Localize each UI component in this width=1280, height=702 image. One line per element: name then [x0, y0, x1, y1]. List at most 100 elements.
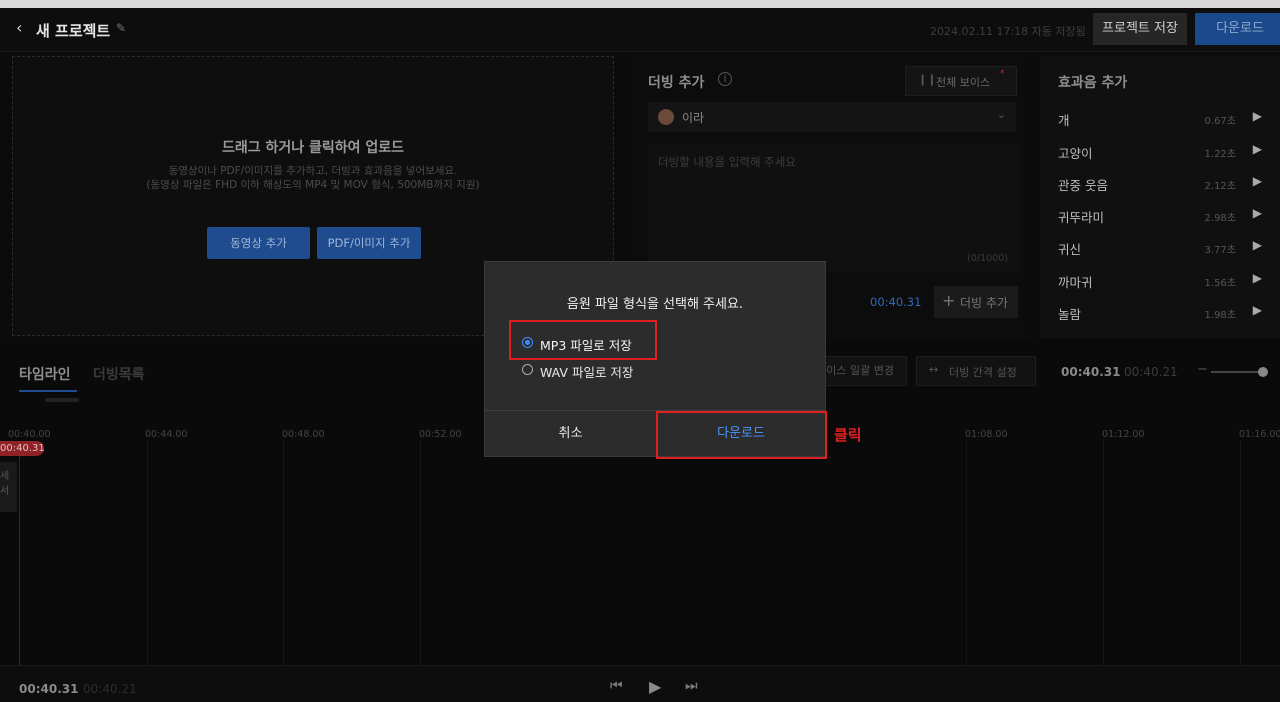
sfx-name: 관중 웃음	[1058, 178, 1108, 193]
sfx-duration: 1.22초	[1204, 149, 1236, 160]
sfx-duration: 2.98초	[1204, 213, 1236, 224]
sfx-name: 고양이	[1058, 146, 1093, 161]
sfx-duration: 2.12초	[1204, 181, 1236, 192]
voice-bulk-change-button[interactable]: 이스 일괄 변경	[812, 356, 907, 386]
upload-desc-note: (동영상 파일은 FHD 이하 해상도의 MP4 및 MOV 형식, 500MB…	[146, 179, 480, 191]
upload-desc: 동영상이나 PDF/이미지를 추가하고, 더빙과 효과음을 넣어보세요.	[168, 165, 458, 177]
play-icon[interactable]: ▶	[1253, 174, 1262, 188]
add-dubbing-button[interactable]: + 더빙 추가	[934, 286, 1018, 318]
all-voice-button[interactable]: ❙❙ 전체 보이스 *	[905, 66, 1017, 96]
tab-timeline[interactable]: 타임라인	[19, 364, 71, 384]
scroll-indicator	[45, 398, 79, 402]
zoom-slider-handle[interactable]	[1258, 367, 1268, 377]
sfx-item[interactable]: 관중 웃음 2.12초 ▶	[1058, 174, 1280, 207]
zoom-slider-track[interactable]	[1211, 371, 1265, 373]
sfx-duration: 1.98초	[1204, 310, 1236, 321]
sfx-duration: 3.77초	[1204, 245, 1236, 256]
dub-time: 00:40.31	[870, 295, 922, 309]
ruler-tick: 00:52.00	[419, 429, 462, 440]
sfx-item[interactable]: 까마귀 1.56초 ▶	[1058, 271, 1280, 304]
play-icon[interactable]: ▶	[1253, 271, 1262, 285]
waveform-icon: ❙❙	[918, 73, 937, 86]
voice-select[interactable]: 이라 ⌄	[648, 102, 1016, 132]
grid-line	[1240, 440, 1241, 665]
radio-wav[interactable]: WAV 파일로 저장	[519, 360, 659, 380]
project-title: 새 프로젝트	[36, 22, 111, 40]
sfx-name: 개	[1058, 113, 1070, 128]
dub-interval-button[interactable]: ↔ 더빙 간격 설정	[916, 356, 1036, 386]
dubbing-placeholder: 더빙할 내용을 입력해 주세요	[658, 155, 796, 169]
sfx-panel: 효과음 추가 개 0.67초 ▶ 고양이 1.22초 ▶ 관중 웃음 2.12초…	[1040, 56, 1280, 338]
sfx-item[interactable]: 개 0.67초 ▶	[1058, 109, 1280, 142]
sfx-name: 놀람	[1058, 307, 1082, 322]
download-button[interactable]: 다운로드	[1195, 13, 1280, 45]
playhead-line	[19, 456, 20, 665]
autosave-status: 2024.02.11 17:18 자동 저장됨	[930, 25, 1086, 38]
sfx-item[interactable]: 귀뚜라미 2.98초 ▶	[1058, 206, 1280, 239]
play-icon[interactable]: ▶	[1253, 206, 1262, 220]
grid-line	[420, 440, 421, 665]
radio-wav-label: WAV 파일로 저장	[540, 365, 634, 380]
info-icon[interactable]: i	[718, 72, 732, 86]
add-video-button[interactable]: 동영상 추가	[207, 227, 310, 259]
chevron-down-icon: ⌄	[996, 108, 1006, 121]
play-icon[interactable]: ▶	[1253, 238, 1262, 252]
pencil-icon[interactable]: ✎	[116, 21, 126, 35]
tab-dubbing-list[interactable]: 더빙목록	[93, 364, 145, 384]
interval-icon: ↔	[929, 363, 939, 376]
radio-unselected-icon	[522, 364, 533, 375]
cancel-button[interactable]: 취소	[485, 411, 656, 456]
avatar	[658, 109, 674, 125]
skip-back-icon[interactable]: ⏮	[610, 678, 623, 694]
play-icon[interactable]: ▶	[1253, 142, 1262, 156]
interval-label: 더빙 간격 설정	[949, 366, 1017, 379]
sfx-name: 귀신	[1058, 242, 1082, 257]
sfx-name: 귀뚜라미	[1058, 210, 1105, 225]
browser-top-strip	[0, 0, 1280, 8]
all-voice-label: 전체 보이스	[936, 76, 991, 89]
timeline-total-time: 00:40.21	[1124, 365, 1178, 379]
play-icon[interactable]: ▶	[649, 677, 661, 696]
sfx-item[interactable]: 고양이 1.22초 ▶	[1058, 142, 1280, 175]
sfx-duration: 1.56초	[1204, 278, 1236, 289]
click-annotation-label: 클릭	[834, 426, 862, 444]
required-dot-icon: *	[1000, 69, 1005, 79]
play-icon[interactable]: ▶	[1253, 303, 1262, 317]
ruler-tick: 01:16.00	[1239, 429, 1280, 440]
dubbing-text-input[interactable]: 더빙할 내용을 입력해 주세요 (0/1000)	[648, 144, 1020, 272]
sfx-duration: 0.67초	[1204, 116, 1236, 127]
add-dubbing-label: 더빙 추가	[960, 296, 1008, 310]
footer-total-time: 00:40.21	[83, 682, 137, 696]
dubbing-title: 더빙 추가	[648, 75, 705, 91]
plus-icon: +	[942, 291, 956, 310]
timeline-clip[interactable]: 세서	[0, 462, 17, 512]
upload-title: 드래그 하거나 클릭하여 업로드	[221, 140, 405, 156]
ruler-tick: 00:44.00	[145, 429, 188, 440]
active-tab-indicator	[19, 390, 77, 392]
app-header: ‹ 새 프로젝트 ✎ 2024.02.11 17:18 자동 저장됨 프로젝트 …	[0, 8, 1280, 52]
highlight-box-download	[656, 411, 827, 459]
zoom-out-icon[interactable]: −	[1197, 362, 1208, 377]
timeline-current-time: 00:40.31	[1061, 365, 1121, 379]
sfx-name: 까마귀	[1058, 275, 1093, 290]
sfx-item[interactable]: 놀람 1.98초 ▶	[1058, 303, 1280, 336]
grid-line	[1103, 440, 1104, 665]
save-project-button[interactable]: 프로젝트 저장	[1093, 13, 1187, 45]
playhead-label[interactable]: 00:40.31	[0, 441, 45, 456]
char-counter: (0/1000)	[967, 253, 1008, 264]
footer-current-time: 00:40.31	[19, 682, 79, 696]
grid-line	[147, 440, 148, 665]
voice-name: 이라	[682, 111, 705, 125]
chevron-left-icon[interactable]: ‹	[16, 18, 22, 37]
dialog-title: 음원 파일 형식을 선택해 주세요.	[566, 297, 744, 312]
ruler-tick: 01:08.00	[965, 429, 1008, 440]
grid-line	[966, 440, 967, 665]
grid-line	[283, 440, 284, 665]
add-pdf-image-button[interactable]: PDF/이미지 추가	[317, 227, 421, 259]
play-icon[interactable]: ▶	[1253, 109, 1262, 123]
ruler-tick: 01:12.00	[1102, 429, 1145, 440]
skip-forward-icon[interactable]: ⏭	[685, 678, 698, 694]
ruler-tick: 00:40.00	[8, 429, 51, 440]
sfx-item[interactable]: 귀신 3.77초 ▶	[1058, 238, 1280, 271]
player-footer: 00:40.31 00:40.21 ⏮ ▶ ⏭	[0, 665, 1280, 702]
